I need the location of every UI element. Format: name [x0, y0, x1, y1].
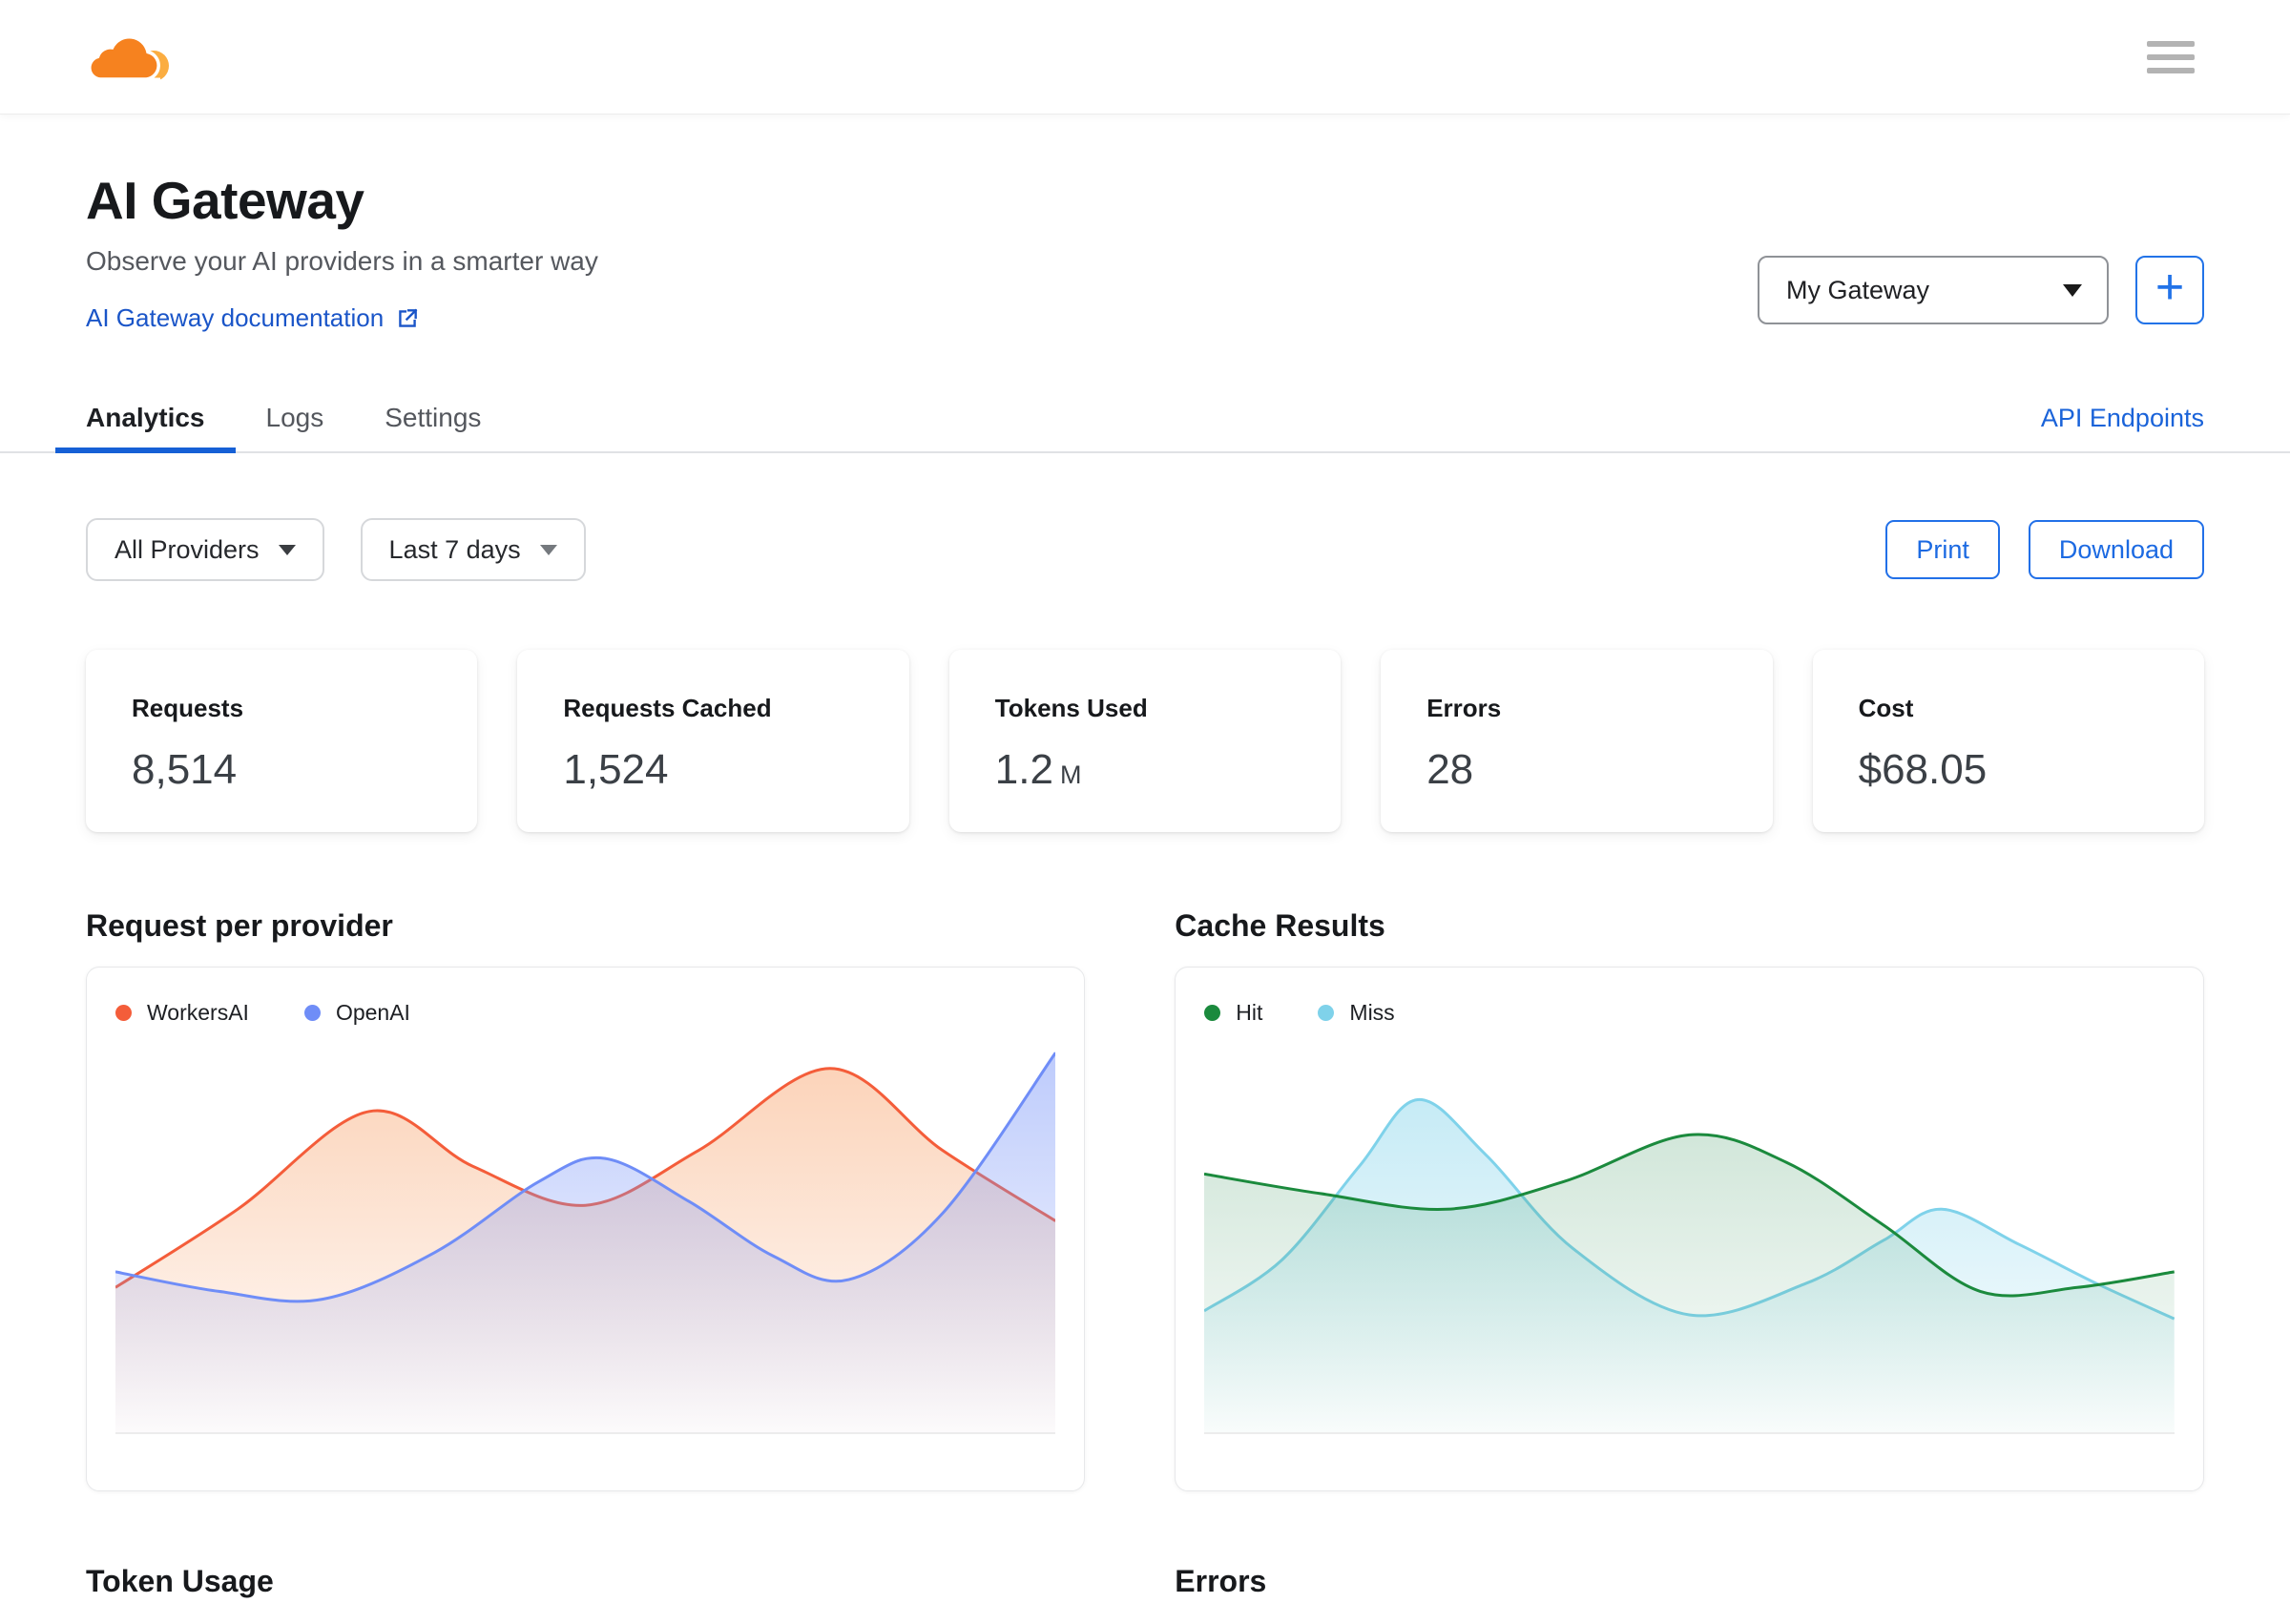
- chart-title: Cache Results: [1175, 908, 1385, 943]
- page-title: AI Gateway: [86, 171, 364, 230]
- stat-label: Cost: [1858, 694, 1914, 722]
- tab-settings-label: Settings: [385, 403, 482, 432]
- download-button[interactable]: Download: [2028, 520, 2204, 579]
- stat-value: 28: [1426, 746, 1474, 793]
- date-range-value: Last 7 days: [388, 534, 521, 564]
- date-range-dropdown[interactable]: Last 7 days: [360, 518, 586, 581]
- legend-dot: [1318, 1005, 1335, 1021]
- providers-filter-dropdown[interactable]: All Providers: [86, 518, 324, 581]
- stat-label: Requests: [132, 694, 244, 722]
- tab-bar: Analytics Logs Settings API Endpoints: [0, 385, 2290, 453]
- cache-results-plot[interactable]: [1204, 1041, 2175, 1434]
- chart-legend: WorkersAI OpenAI: [115, 1000, 1055, 1026]
- stat-card-requests: Requests 8,514: [86, 650, 478, 832]
- report-actions: Print Download: [1885, 520, 2204, 579]
- request-per-provider-plot[interactable]: [115, 1041, 1056, 1434]
- legend-label: Miss: [1349, 1000, 1395, 1025]
- providers-filter-value: All Providers: [114, 534, 260, 564]
- stat-value: 1,524: [563, 746, 669, 793]
- stat-value: 8,514: [132, 746, 238, 793]
- chart-section-cache-results: Cache Results Hit Miss: [1175, 908, 2204, 1491]
- tab-settings[interactable]: Settings: [354, 385, 511, 451]
- page-header: AI Gateway Observe your AI providers in …: [86, 170, 2204, 333]
- errors-title: Errors: [1175, 1564, 1267, 1598]
- gateway-select[interactable]: My Gateway: [1758, 256, 2109, 324]
- legend-dot: [303, 1005, 321, 1021]
- tab-analytics-label: Analytics: [86, 403, 205, 432]
- chevron-down-icon: [539, 544, 557, 555]
- gateway-controls: My Gateway +: [1758, 256, 2204, 324]
- chevron-down-icon: [278, 544, 296, 555]
- legend-label: Hit: [1236, 1000, 1263, 1025]
- filter-row: All Providers Last 7 days Print Download: [86, 518, 2204, 581]
- top-bar: [0, 0, 2290, 115]
- chevron-down-icon: [2063, 283, 2082, 297]
- stats-row: Requests 8,514 Requests Cached 1,524 Tok…: [86, 650, 2204, 832]
- stat-card-errors: Errors 28: [1381, 650, 1773, 832]
- tab-analytics[interactable]: Analytics: [55, 385, 236, 453]
- legend-item-workersai[interactable]: WorkersAI: [115, 1000, 249, 1026]
- stat-value: $68.05: [1858, 746, 1988, 793]
- add-gateway-button[interactable]: +: [2135, 256, 2204, 324]
- legend-dot: [1204, 1005, 1221, 1021]
- chart-title: Request per provider: [86, 908, 393, 943]
- stat-label: Tokens Used: [994, 694, 1148, 722]
- token-usage-title: Token Usage: [86, 1564, 274, 1598]
- stat-card-cost: Cost $68.05: [1812, 650, 2204, 832]
- charts-row: Request per provider WorkersAI OpenAI Ca…: [86, 908, 2204, 1491]
- stat-card-tokens-used: Tokens Used 1.2 M: [948, 650, 1342, 832]
- gateway-select-value: My Gateway: [1786, 275, 1930, 304]
- documentation-link[interactable]: AI Gateway documentation: [86, 303, 420, 333]
- cache-results-chart-card: Hit Miss: [1175, 967, 2204, 1491]
- legend-item-hit[interactable]: Hit: [1204, 1000, 1262, 1026]
- bottom-sections: Token Usage Errors: [86, 1564, 2204, 1599]
- legend-item-miss[interactable]: Miss: [1318, 1000, 1395, 1026]
- legend-label: OpenAI: [335, 1000, 410, 1025]
- chart-section-request-per-provider: Request per provider WorkersAI OpenAI: [86, 908, 1086, 1491]
- stat-label: Requests Cached: [563, 694, 772, 722]
- legend-item-openai[interactable]: OpenAI: [303, 1000, 410, 1026]
- cloudflare-logo-icon: [88, 34, 169, 83]
- stat-label: Errors: [1426, 694, 1502, 722]
- request-per-provider-chart-card: WorkersAI OpenAI: [86, 967, 1086, 1491]
- legend-label: WorkersAI: [147, 1000, 249, 1025]
- menu-icon[interactable]: [2147, 33, 2195, 81]
- api-endpoints-link[interactable]: API Endpoints: [2041, 404, 2204, 433]
- tab-logs-label: Logs: [265, 403, 324, 432]
- stat-value: 1.2 M: [994, 746, 1082, 793]
- print-button[interactable]: Print: [1885, 520, 2000, 579]
- menu-bar: [2147, 40, 2195, 47]
- external-link-icon: [399, 308, 418, 327]
- stat-card-requests-cached: Requests Cached 1,524: [517, 650, 909, 832]
- plus-icon: +: [2155, 260, 2185, 315]
- menu-bar: [2147, 67, 2195, 73]
- menu-bar: [2147, 53, 2195, 60]
- chart-legend: Hit Miss: [1204, 1000, 2175, 1026]
- documentation-link-label: AI Gateway documentation: [86, 303, 385, 332]
- tab-logs[interactable]: Logs: [236, 385, 355, 451]
- legend-dot: [115, 1005, 132, 1021]
